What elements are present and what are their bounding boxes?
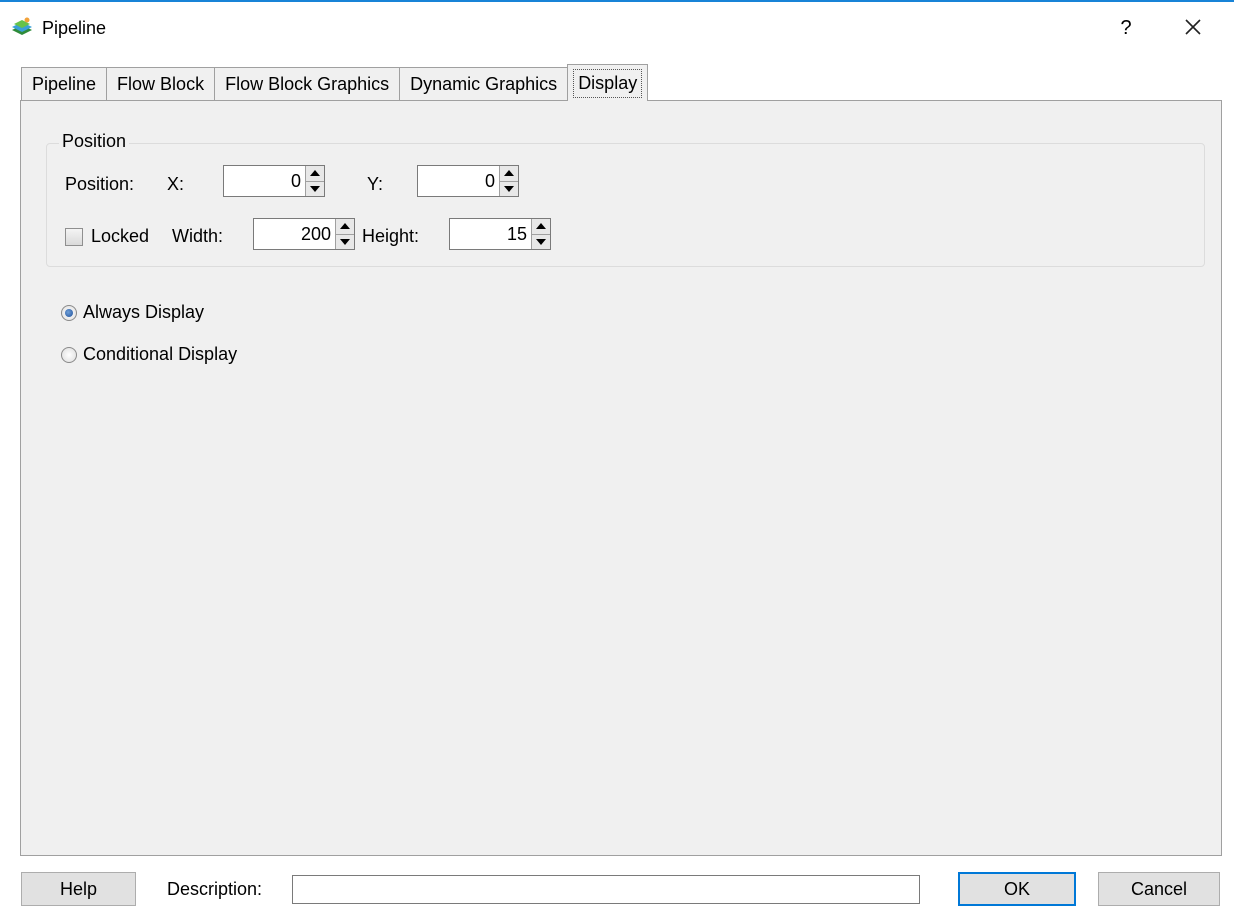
tab-flow-block-graphics[interactable]: Flow Block Graphics xyxy=(214,67,401,101)
help-icon[interactable]: ? xyxy=(1114,14,1138,42)
close-icon[interactable] xyxy=(1180,14,1206,42)
tab-label: Flow Block Graphics xyxy=(225,74,390,94)
position-groupbox xyxy=(46,143,1205,267)
ok-button[interactable]: OK xyxy=(958,872,1076,906)
position-label: Position: xyxy=(65,174,135,194)
position-group-title: Position xyxy=(59,131,130,152)
display-tab-panel: Position Position: X: 0 Y: 0 Locked Widt… xyxy=(20,100,1222,856)
height-label: Height: xyxy=(362,226,420,246)
width-spinbox[interactable]: 200 xyxy=(253,218,355,250)
tab-label: Flow Block xyxy=(117,74,205,94)
height-up-arrow-icon[interactable] xyxy=(532,219,550,235)
tab-label: Display xyxy=(573,68,643,98)
y-spinbox[interactable]: 0 xyxy=(417,165,519,197)
x-down-arrow-icon[interactable] xyxy=(306,181,324,196)
tab-pipeline[interactable]: Pipeline xyxy=(21,67,108,101)
width-up-arrow-icon[interactable] xyxy=(336,219,354,235)
window-title: Pipeline xyxy=(42,18,107,38)
tab-dynamic-graphics[interactable]: Dynamic Graphics xyxy=(399,67,569,101)
height-down-arrow-icon[interactable] xyxy=(532,234,550,249)
x-spinbox[interactable]: 0 xyxy=(223,165,325,197)
tab-label: Dynamic Graphics xyxy=(410,74,558,94)
app-icon xyxy=(10,16,34,40)
width-label: Width: xyxy=(172,226,224,246)
window-accent-line xyxy=(0,0,1234,2)
y-label: Y: xyxy=(367,174,384,194)
locked-checkbox[interactable] xyxy=(65,228,83,246)
locked-label: Locked xyxy=(91,226,150,246)
conditional-display-label: Conditional Display xyxy=(83,344,238,364)
description-input[interactable] xyxy=(292,875,920,904)
y-down-arrow-icon[interactable] xyxy=(500,181,518,196)
tab-flow-block[interactable]: Flow Block xyxy=(106,67,216,101)
description-label: Description: xyxy=(167,879,263,899)
tab-bar: Pipeline Flow Block Flow Block Graphics … xyxy=(21,64,649,101)
tab-display[interactable]: Display xyxy=(567,64,649,101)
cancel-button[interactable]: Cancel xyxy=(1098,872,1220,906)
always-display-label: Always Display xyxy=(83,302,205,322)
height-value: 15 xyxy=(506,224,527,244)
width-down-arrow-icon[interactable] xyxy=(336,234,354,249)
y-up-arrow-icon[interactable] xyxy=(500,166,518,182)
x-label: X: xyxy=(167,174,185,194)
y-value: 0 xyxy=(484,171,495,191)
width-value: 200 xyxy=(300,224,331,244)
x-up-arrow-icon[interactable] xyxy=(306,166,324,182)
tab-label: Pipeline xyxy=(32,74,97,94)
help-button[interactable]: Help xyxy=(21,872,136,906)
x-value: 0 xyxy=(290,171,301,191)
height-spinbox[interactable]: 15 xyxy=(449,218,551,250)
always-display-radio[interactable] xyxy=(61,305,77,321)
conditional-display-radio[interactable] xyxy=(61,347,77,363)
